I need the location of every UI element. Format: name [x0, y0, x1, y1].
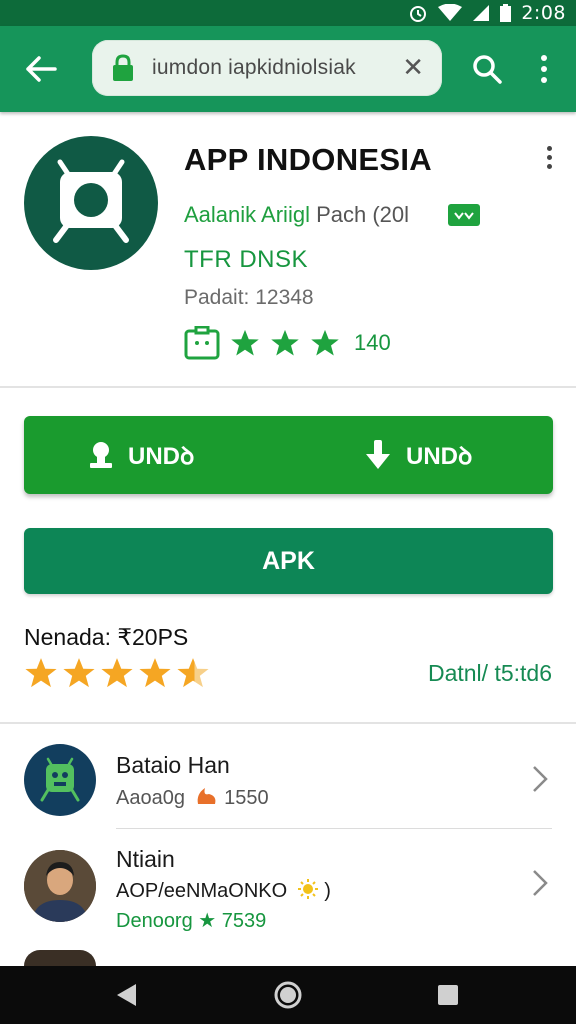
star-icon — [25, 658, 57, 688]
developer-detail: Pach (20l — [309, 202, 410, 227]
nav-back-button[interactable] — [110, 979, 142, 1011]
app-icon — [24, 136, 158, 270]
app-more-button[interactable] — [538, 146, 560, 180]
list-divider — [116, 828, 552, 829]
list-item-title: Bataio Han — [116, 752, 230, 778]
clear-url-button[interactable]: ✕ — [402, 52, 424, 83]
app-category[interactable]: TFR DNSK — [184, 246, 308, 274]
back-button[interactable] — [20, 48, 62, 90]
menu-dot — [541, 77, 547, 83]
chevron-right-icon — [533, 766, 548, 792]
star-half-icon — [177, 658, 209, 688]
list-item[interactable]: Bataio Han Aaoa0g 1550 — [0, 740, 576, 828]
search-icon — [473, 55, 502, 84]
rating-summary-label: Nenada: ₹20PS — [24, 624, 189, 650]
status-time: 2:08 — [521, 2, 566, 24]
menu-dot — [546, 164, 552, 169]
alarm-icon — [410, 6, 427, 22]
uninstall-label: UNDꝺ — [128, 442, 195, 470]
list-item[interactable]: Ntiain AOP/eeNMaONKO ) Denoorg ★ 7539 — [0, 838, 576, 948]
nav-recents-button[interactable] — [432, 979, 464, 1011]
menu-dot — [541, 55, 547, 61]
flame-badge-icon — [197, 788, 215, 804]
downloads-count: Padait: 12348 — [184, 286, 314, 309]
list-item-subtitle: Aaoa0g 1550 — [116, 786, 269, 810]
square-recents-icon — [438, 985, 458, 1005]
section-divider — [0, 386, 576, 388]
menu-dot — [546, 155, 552, 160]
wifi-icon — [438, 4, 463, 21]
star-icon — [271, 329, 299, 356]
download-arrow-icon — [366, 440, 390, 469]
list-item-sub-text: AOP/eeNMaONKO — [116, 880, 288, 902]
android-robot-icon — [40, 757, 80, 802]
list-item-sub-text: Aaoa0g — [116, 787, 185, 809]
nav-home-button[interactable] — [272, 979, 304, 1011]
rating-count: 140 — [354, 330, 391, 355]
person-photo-icon — [24, 850, 96, 922]
address-bar[interactable]: iumdon iapkidniolsiak ✕ — [92, 40, 442, 96]
developer-name: Aalanik Ariigl — [184, 202, 310, 227]
app-rating-row: 140 — [184, 326, 391, 360]
install-button-group: UNDꝺ UNDꝺ — [24, 416, 553, 494]
search-button[interactable] — [466, 48, 508, 90]
star-icon — [139, 658, 171, 688]
star-icon — [63, 658, 95, 688]
rating-stars — [24, 656, 210, 690]
avatar — [24, 744, 96, 816]
list-item-meta: 1550 — [224, 787, 269, 809]
home-circle-icon — [274, 981, 302, 1009]
download-button[interactable]: UNDꝺ — [288, 416, 552, 494]
status-bar: 2:08 — [0, 0, 576, 26]
download-label: UNDꝺ — [406, 442, 473, 470]
star-icon — [101, 658, 133, 688]
developer-line[interactable]: Aalanik Ariigl Pach (20l — [184, 202, 409, 228]
list-item-title: Ntiain — [116, 846, 175, 872]
closing-paren: ) — [324, 880, 331, 902]
section-divider — [0, 722, 576, 724]
sun-badge-icon — [297, 879, 318, 899]
browser-toolbar: iumdon iapkidniolsiak ✕ — [0, 26, 576, 112]
person-icon — [90, 442, 112, 468]
content-rating-icon — [184, 326, 220, 360]
verified-badge — [448, 204, 480, 226]
android-robot-icon — [53, 159, 129, 243]
avatar — [24, 950, 96, 966]
list-item-meta: Denoorg ★ 7539 — [116, 910, 267, 932]
signal-icon — [473, 5, 490, 21]
chevron-right-icon — [533, 870, 548, 896]
back-arrow-icon — [26, 56, 57, 82]
details-link[interactable]: Datnl/ t5:td6 — [428, 660, 552, 687]
list-item-subtitle: AOP/eeNMaONKO ) — [116, 878, 331, 903]
system-nav-bar — [0, 966, 576, 1024]
apk-button[interactable]: APK — [24, 528, 553, 594]
battery-icon — [500, 4, 512, 22]
uninstall-button[interactable]: UNDꝺ — [24, 416, 288, 494]
overflow-menu-button[interactable] — [528, 48, 560, 90]
avatar — [24, 850, 96, 922]
lock-icon — [113, 54, 133, 81]
menu-dot — [546, 146, 552, 151]
star-icon — [231, 329, 259, 356]
triangle-back-icon — [117, 984, 136, 1006]
app-title: APP INDONESIA — [184, 142, 432, 177]
star-icon — [311, 329, 339, 356]
url-text: iumdon iapkidniolsiak — [152, 56, 356, 79]
menu-dot — [541, 66, 547, 72]
verified-icon — [454, 212, 474, 220]
